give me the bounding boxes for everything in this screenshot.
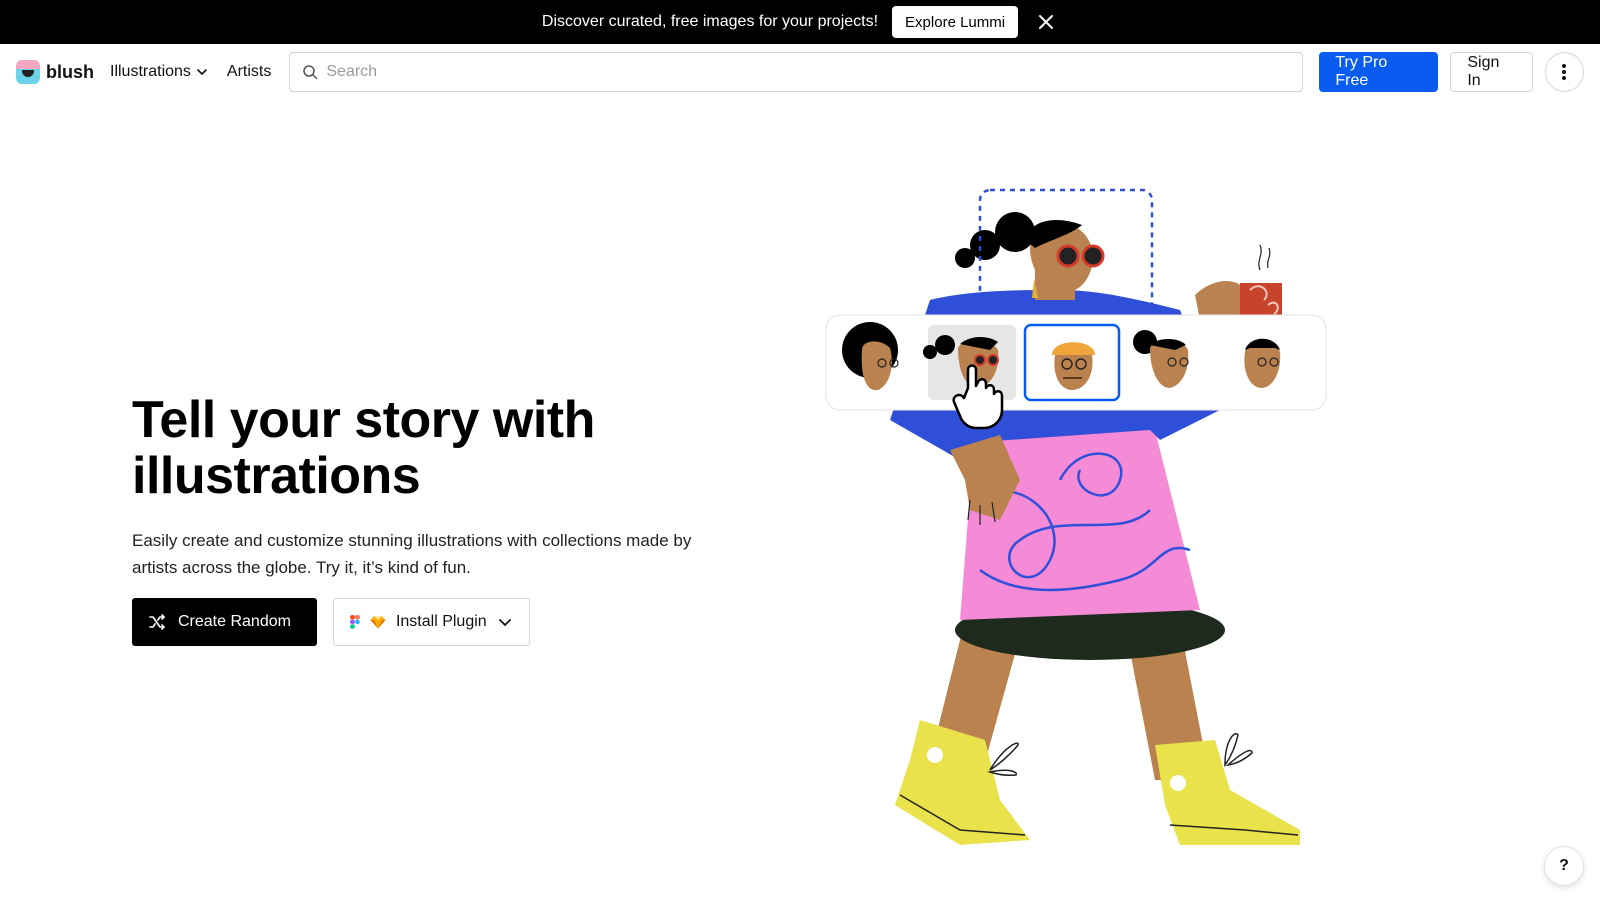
try-pro-free-button[interactable]: Try Pro Free <box>1319 52 1439 92</box>
chevron-down-icon <box>197 69 207 75</box>
head-option-beanie[interactable] <box>1023 323 1121 402</box>
hero-title: Tell your story with illustrations <box>132 391 595 505</box>
more-options-button[interactable] <box>1544 52 1584 92</box>
left-shoe <box>895 720 1030 845</box>
nav-illustrations-label: Illustrations <box>110 63 191 80</box>
search-bar[interactable] <box>289 52 1304 92</box>
search-icon <box>303 65 318 80</box>
sketch-icon <box>370 615 386 629</box>
close-banner-button[interactable] <box>1034 10 1058 34</box>
logo[interactable]: blush <box>16 60 94 84</box>
shuffle-icon <box>149 614 165 630</box>
explore-lummi-button[interactable]: Explore Lummi <box>892 6 1019 38</box>
figma-icon <box>349 615 360 629</box>
logo-text: blush <box>46 61 94 82</box>
nav-illustrations[interactable]: Illustrations <box>110 63 209 81</box>
sign-in-button[interactable]: Sign In <box>1450 52 1533 92</box>
promo-banner-text: Discover curated, free images for your p… <box>541 13 879 30</box>
nav-artists[interactable]: Artists <box>227 63 271 81</box>
install-plugin-label: Install Plugin <box>395 613 487 630</box>
chevron-down-icon <box>498 619 511 626</box>
nav-artists-label: Artists <box>226 63 272 80</box>
blush-logo-icon <box>16 60 40 84</box>
create-random-button[interactable]: Create Random <box>132 598 317 646</box>
search-input[interactable] <box>326 63 1291 81</box>
help-button[interactable]: ? <box>1544 846 1584 886</box>
close-icon <box>1039 15 1054 29</box>
hero-subtitle: Easily create and customize stunning ill… <box>132 531 692 577</box>
hero-actions: Create Random Install Plugin <box>132 598 530 646</box>
more-vertical-icon <box>1562 64 1567 80</box>
promo-banner: Discover curated, free images for your p… <box>0 0 1600 44</box>
hero-illustration <box>825 188 1327 845</box>
create-random-label: Create Random <box>178 613 291 630</box>
head-picker[interactable] <box>825 314 1327 411</box>
install-plugin-button[interactable]: Install Plugin <box>332 598 530 646</box>
site-header: blush Illustrations Artists Try Pro Free… <box>0 44 1600 100</box>
